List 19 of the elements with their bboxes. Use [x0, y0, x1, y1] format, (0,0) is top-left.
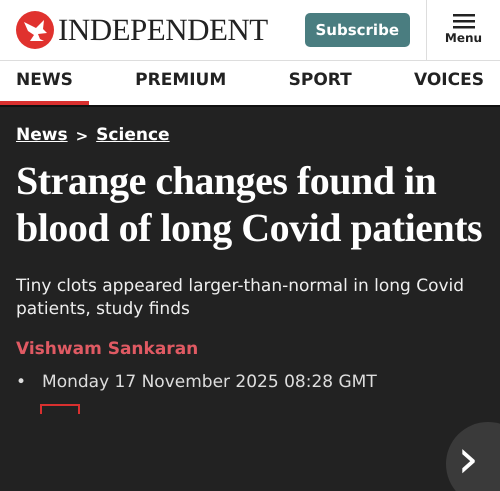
- nav-tab[interactable]: NEWS: [0, 61, 89, 105]
- next-button[interactable]: ›: [446, 422, 500, 491]
- bullet: •: [16, 371, 26, 394]
- logo-wordmark[interactable]: INDEPENDENT: [58, 6, 268, 54]
- author-link[interactable]: Vishwam Sankaran: [16, 336, 484, 362]
- nav-tab[interactable]: VOICES: [398, 61, 500, 105]
- headline: Strange changes found in blood of long Covid patients: [16, 156, 484, 251]
- breadcrumb-separator: >: [76, 126, 88, 146]
- publish-date: Monday 17 November 2025 08:28 GMT: [42, 371, 377, 394]
- menu-button[interactable]: Menu: [426, 0, 500, 60]
- nav-tab[interactable]: PREMIUM: [119, 61, 242, 105]
- eagle-logo-icon: [16, 11, 54, 49]
- subscribe-button[interactable]: Subscribe: [304, 12, 410, 48]
- breadcrumb-link[interactable]: Science: [96, 123, 170, 148]
- nav-tab[interactable]: SPORT: [272, 61, 368, 105]
- breadcrumb-link[interactable]: News: [16, 123, 68, 148]
- menu-icon: [452, 13, 474, 29]
- tag-outline: [40, 404, 80, 414]
- standfirst: Tiny clots appeared larger-than-normal in long Covid patients, study finds: [16, 274, 466, 321]
